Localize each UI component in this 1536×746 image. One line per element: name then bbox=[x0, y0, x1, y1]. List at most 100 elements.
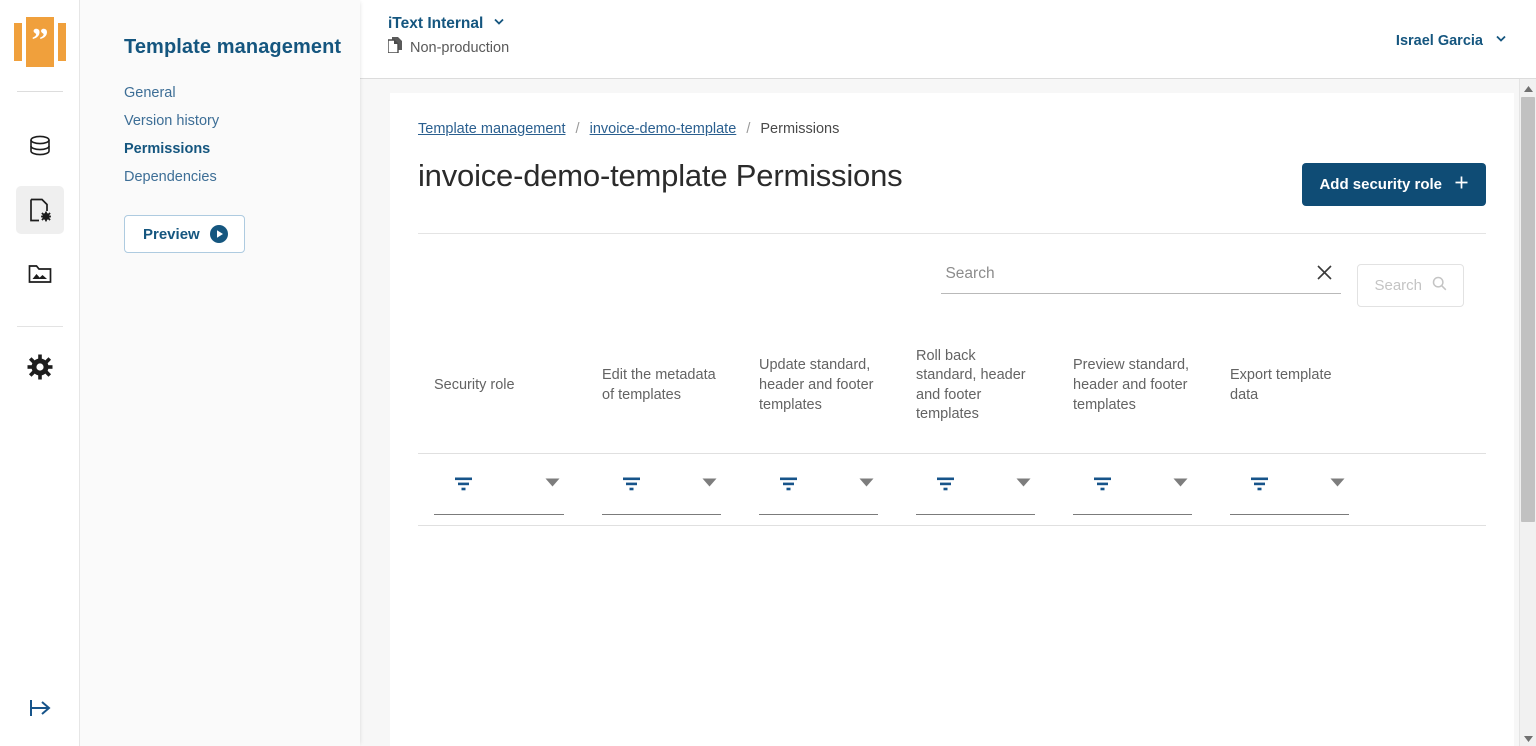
image-folder-icon bbox=[26, 260, 54, 288]
breadcrumb: Template management / invoice-demo-templ… bbox=[418, 121, 1486, 137]
breadcrumb-item-template-management[interactable]: Template management bbox=[418, 121, 566, 137]
column-header-preview-templates[interactable]: Preview standard, header and footer temp… bbox=[1057, 333, 1214, 453]
triangle-up-icon bbox=[1524, 79, 1533, 97]
card-header: Template management / invoice-demo-templ… bbox=[390, 93, 1514, 234]
content-card: Template management / invoice-demo-templ… bbox=[390, 93, 1514, 746]
rail-item-template-management[interactable] bbox=[16, 186, 64, 234]
triangle-down-icon[interactable] bbox=[1173, 474, 1188, 492]
filter-icon[interactable] bbox=[1093, 476, 1112, 498]
table-header-row: Security role Edit the metadata of templ… bbox=[418, 333, 1486, 453]
permissions-table-wrap: Security role Edit the metadata of templ… bbox=[390, 333, 1514, 526]
expand-sidebar-icon bbox=[25, 693, 55, 728]
sidebar-item-general[interactable]: General bbox=[124, 85, 360, 101]
sidebar-item-version-history[interactable]: Version history bbox=[124, 113, 360, 129]
filter-icon[interactable] bbox=[936, 476, 955, 498]
column-header-actions bbox=[1371, 333, 1486, 453]
expand-sidebar-button[interactable] bbox=[0, 693, 80, 728]
sidebar-item-dependencies[interactable]: Dependencies bbox=[124, 169, 360, 185]
search-icon bbox=[1432, 276, 1447, 295]
filter-control[interactable] bbox=[1073, 474, 1192, 515]
app-root: ” bbox=[0, 0, 1536, 746]
rail-divider-top bbox=[17, 91, 63, 92]
table-filter-row bbox=[418, 453, 1486, 525]
filter-control[interactable] bbox=[1230, 474, 1349, 515]
icon-rail: ” bbox=[0, 0, 80, 746]
triangle-down-icon[interactable] bbox=[859, 474, 874, 492]
search-input[interactable] bbox=[945, 265, 1312, 283]
sidebar-title: Template management bbox=[80, 0, 360, 59]
breadcrumb-separator: / bbox=[746, 121, 750, 137]
rail-item-data-storage[interactable] bbox=[16, 122, 64, 170]
filter-cell-preview-templates bbox=[1057, 453, 1214, 525]
breadcrumb-separator: / bbox=[576, 121, 580, 137]
environment-label: Non-production bbox=[410, 40, 509, 56]
close-icon bbox=[1316, 264, 1333, 284]
user-menu[interactable]: Israel Garcia bbox=[1396, 14, 1508, 50]
sidebar-nav: General Version history Permissions Depe… bbox=[80, 59, 360, 185]
content-scroll-area: Template management / invoice-demo-templ… bbox=[360, 79, 1536, 746]
search-field[interactable] bbox=[941, 264, 1341, 294]
clear-search-button[interactable] bbox=[1312, 264, 1337, 284]
breadcrumb-item-permissions: Permissions bbox=[760, 121, 839, 137]
user-name: Israel Garcia bbox=[1396, 33, 1483, 49]
triangle-down-icon bbox=[1524, 729, 1533, 746]
top-bar: iText Internal bbox=[360, 0, 1536, 79]
triangle-down-icon[interactable] bbox=[702, 474, 717, 492]
filter-cell-export-template-data bbox=[1214, 453, 1371, 525]
filter-cell-update-templates bbox=[743, 453, 900, 525]
scroll-up-button[interactable] bbox=[1520, 79, 1536, 96]
filter-control[interactable] bbox=[759, 474, 878, 515]
triangle-down-icon[interactable] bbox=[545, 474, 560, 492]
triangle-down-icon[interactable] bbox=[1330, 474, 1345, 492]
add-security-role-label: Add security role bbox=[1319, 176, 1442, 193]
itext-quote-logo[interactable]: ” bbox=[13, 15, 67, 69]
org-selector[interactable]: iText Internal bbox=[388, 14, 509, 33]
org-name: iText Internal bbox=[388, 15, 483, 33]
column-header-update-templates[interactable]: Update standard, header and footer templ… bbox=[743, 333, 900, 453]
filter-cell-rollback-templates bbox=[900, 453, 1057, 525]
scroll-down-button[interactable] bbox=[1520, 729, 1536, 746]
search-button-label: Search bbox=[1374, 277, 1422, 294]
database-icon bbox=[26, 132, 54, 160]
column-header-rollback-templates[interactable]: Roll back standard, header and footer te… bbox=[900, 333, 1057, 453]
svg-text:”: ” bbox=[31, 22, 48, 59]
breadcrumb-item-invoice-demo-template[interactable]: invoice-demo-template bbox=[590, 121, 737, 137]
column-header-edit-metadata[interactable]: Edit the metadata of templates bbox=[586, 333, 743, 453]
filter-control[interactable] bbox=[434, 474, 564, 515]
filter-icon[interactable] bbox=[779, 476, 798, 498]
page-title: invoice-demo-template Permissions bbox=[418, 159, 902, 193]
preview-button[interactable]: Preview bbox=[124, 215, 245, 253]
chevron-down-icon bbox=[492, 14, 506, 33]
gear-icon bbox=[26, 353, 54, 381]
chevron-down-icon bbox=[1494, 31, 1508, 50]
org-block: iText Internal bbox=[388, 14, 509, 58]
filter-control[interactable] bbox=[602, 474, 721, 515]
right-region: iText Internal bbox=[360, 0, 1536, 746]
filter-cell-edit-metadata bbox=[586, 453, 743, 525]
environment-indicator: Non-production bbox=[388, 37, 509, 58]
preview-button-label: Preview bbox=[143, 226, 200, 243]
filter-cell-actions bbox=[1371, 453, 1486, 525]
filter-cell-security-role bbox=[418, 453, 586, 525]
document-gear-icon bbox=[26, 196, 54, 224]
permissions-table: Security role Edit the metadata of templ… bbox=[418, 333, 1486, 526]
sidebar-item-permissions[interactable]: Permissions bbox=[124, 141, 360, 157]
filter-icon[interactable] bbox=[1250, 476, 1269, 498]
add-security-role-button[interactable]: Add security role bbox=[1302, 163, 1486, 206]
scrollbar-thumb[interactable] bbox=[1521, 97, 1535, 522]
document-copy-icon bbox=[388, 37, 402, 58]
vertical-scrollbar[interactable] bbox=[1519, 79, 1536, 746]
column-header-export-template-data[interactable]: Export template data bbox=[1214, 333, 1371, 453]
filter-icon[interactable] bbox=[454, 476, 473, 498]
rail-divider-bottom bbox=[17, 326, 63, 327]
column-header-security-role[interactable]: Security role bbox=[418, 333, 586, 453]
triangle-down-icon[interactable] bbox=[1016, 474, 1031, 492]
filter-icon[interactable] bbox=[622, 476, 641, 498]
plus-icon bbox=[1454, 175, 1469, 194]
title-row: invoice-demo-template Permissions Add se… bbox=[418, 137, 1486, 215]
rail-item-settings[interactable] bbox=[16, 343, 64, 391]
search-row: Search bbox=[390, 234, 1514, 307]
filter-control[interactable] bbox=[916, 474, 1035, 515]
search-button[interactable]: Search bbox=[1357, 264, 1464, 307]
rail-item-media-library[interactable] bbox=[16, 250, 64, 298]
